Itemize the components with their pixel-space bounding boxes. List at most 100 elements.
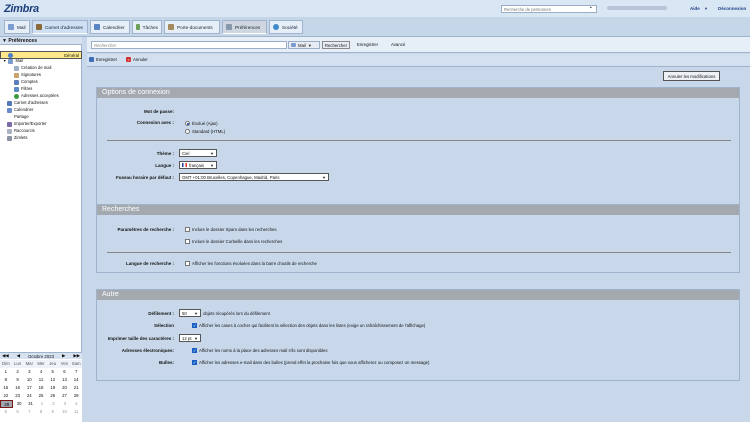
calendar-day[interactable]: 4: [71, 400, 82, 408]
checkbox-checked[interactable]: ✓: [192, 348, 197, 353]
calendar-day[interactable]: 3: [23, 368, 35, 376]
sidebar-item-accepted-addresses[interactable]: Adresses acceptées: [14, 93, 59, 99]
timezone-select[interactable]: GMT +01:00 Bruxelles, Copenhague, Madrid…: [179, 173, 329, 181]
tab-mail[interactable]: Mail: [4, 20, 30, 34]
include-trash-option[interactable]: Inclure le dossier Corbeille dans les re…: [185, 239, 282, 244]
calendar-day[interactable]: 10: [59, 408, 71, 416]
sidebar-item-accounts[interactable]: Comptes: [14, 79, 38, 85]
calendar-day[interactable]: 10: [23, 376, 35, 384]
undo-changes-button[interactable]: Annuler les modifications: [663, 71, 720, 81]
login-mode-ajax[interactable]: Évolué (Ajax): [185, 121, 218, 126]
login-mode-html[interactable]: Standard (HTML): [185, 129, 225, 134]
tab-tasks[interactable]: Tâches: [132, 20, 162, 34]
calendar-day[interactable]: 24: [23, 392, 35, 400]
save-search-button[interactable]: Enregistrer: [357, 41, 378, 49]
calendar-day[interactable]: 27: [59, 392, 71, 400]
radio-selected[interactable]: [185, 121, 190, 126]
help-chevron-down-icon[interactable]: ▼: [704, 6, 708, 11]
user-name-blurred[interactable]: [607, 6, 667, 10]
scroll-count-select[interactable]: 50 ▼: [179, 309, 201, 317]
sidebar-item-address-book[interactable]: Carnet d'adresses: [7, 100, 48, 106]
search-button[interactable]: Rechercher: [322, 41, 350, 49]
calendar-day[interactable]: 12: [47, 376, 59, 384]
selection-option[interactable]: ✓ Afficher les cases à cocher qui facilit…: [192, 323, 425, 328]
calendar-day[interactable]: 22: [0, 392, 12, 400]
theme-select[interactable]: Ciel ▼: [179, 149, 217, 157]
include-spam-option[interactable]: Inclure le dossier Spam dans les recherc…: [185, 227, 277, 232]
calendar-day[interactable]: 13: [59, 376, 71, 384]
next-year-icon[interactable]: ▶▶: [73, 353, 80, 359]
calendar-day[interactable]: 5: [0, 408, 12, 416]
sidebar-item-zimlets[interactable]: Zimlets: [7, 135, 28, 141]
next-month-icon[interactable]: ▶: [62, 353, 65, 359]
search-input[interactable]: Rechercher: [91, 41, 287, 49]
calendar-day[interactable]: 16: [12, 384, 24, 392]
logout-link[interactable]: Déconnexion: [718, 6, 746, 11]
sidebar-item-sharing[interactable]: Partage: [7, 114, 29, 120]
help-menu[interactable]: Aide: [690, 6, 700, 11]
calendar-day-today[interactable]: 29: [0, 400, 14, 408]
tab-preferences[interactable]: Préférences: [222, 20, 267, 34]
calendar-day[interactable]: 11: [70, 408, 82, 416]
calendar-day[interactable]: 7: [23, 408, 35, 416]
sidebar-title[interactable]: ▼ Préférences: [0, 37, 82, 45]
calendar-day[interactable]: 23: [12, 392, 24, 400]
tab-calendar[interactable]: Calendrier: [90, 20, 130, 34]
sidebar-item-filters[interactable]: Filtres: [14, 86, 32, 92]
calendar-day[interactable]: 7: [70, 368, 82, 376]
people-search-icon[interactable]: ▪: [590, 6, 594, 11]
calendar-day[interactable]: 8: [0, 376, 12, 384]
calendar-day[interactable]: 26: [47, 392, 59, 400]
calendar-day[interactable]: 19: [47, 384, 59, 392]
calendar-day[interactable]: 5: [47, 368, 59, 376]
advanced-search-option[interactable]: Afficher les fonctions évoluées dans la …: [185, 261, 317, 266]
calendar-day[interactable]: 20: [59, 384, 71, 392]
mini-calendar-title[interactable]: Octobre 2023: [28, 354, 54, 359]
checkbox[interactable]: [185, 239, 190, 244]
sidebar-item-signatures[interactable]: Signatures: [14, 72, 41, 78]
calendar-day[interactable]: 25: [35, 392, 47, 400]
sidebar-item-calendar[interactable]: Calendrier: [7, 107, 33, 113]
prev-month-icon[interactable]: ◀: [17, 353, 20, 359]
tab-briefcase[interactable]: Porte-documents: [164, 20, 220, 34]
search-scope-select[interactable]: Mail ▼: [288, 41, 320, 49]
sidebar-item-import-export[interactable]: Importer/Exporter: [7, 121, 47, 127]
checkbox-checked[interactable]: ✓: [192, 323, 197, 328]
calendar-day[interactable]: 6: [12, 408, 24, 416]
save-button[interactable]: Enregistrer: [89, 57, 117, 62]
advanced-search-link[interactable]: Avancé: [391, 41, 405, 49]
calendar-day[interactable]: 30: [13, 400, 24, 408]
cancel-button[interactable]: × Annuler: [126, 57, 148, 62]
calendar-day[interactable]: 4: [35, 368, 47, 376]
prev-year-icon[interactable]: ◀◀: [2, 353, 9, 359]
calendar-day[interactable]: 2: [48, 400, 59, 408]
radio[interactable]: [185, 129, 190, 134]
sidebar-item-compose[interactable]: Création de mail: [14, 65, 52, 71]
calendar-day[interactable]: 31: [25, 400, 36, 408]
calendar-day[interactable]: 1: [0, 368, 12, 376]
calendar-day[interactable]: 14: [70, 376, 82, 384]
calendar-day[interactable]: 2: [12, 368, 24, 376]
calendar-day[interactable]: 1: [36, 400, 47, 408]
calendar-day[interactable]: 9: [47, 408, 59, 416]
bubbles-option[interactable]: ✓ Afficher les adresses e-mail dans des b…: [192, 360, 430, 365]
sidebar-item-shortcuts[interactable]: Raccourcis: [7, 128, 35, 134]
checkbox[interactable]: [185, 227, 190, 232]
checkbox[interactable]: [185, 261, 190, 266]
zimbra-logo[interactable]: Zimbra: [4, 3, 39, 15]
people-search-input[interactable]: Recherche de personnes: [501, 5, 597, 13]
calendar-day[interactable]: 15: [0, 384, 12, 392]
calendar-day[interactable]: 3: [59, 400, 70, 408]
print-font-size-select[interactable]: 12 pt ▼: [179, 334, 201, 342]
calendar-day[interactable]: 8: [35, 408, 47, 416]
language-select[interactable]: français ▼: [179, 161, 217, 169]
tab-address-book[interactable]: Carnet d'adresses: [32, 20, 88, 34]
calendar-day[interactable]: 18: [35, 384, 47, 392]
calendar-day[interactable]: 6: [59, 368, 71, 376]
calendar-day[interactable]: 11: [35, 376, 47, 384]
calendar-day[interactable]: 21: [70, 384, 82, 392]
checkbox-checked[interactable]: ✓: [192, 360, 197, 365]
tab-society[interactable]: Société: [269, 20, 303, 34]
calendar-day[interactable]: 28: [70, 392, 82, 400]
email-names-option[interactable]: ✓ Afficher les noms à la place des adress…: [192, 348, 328, 353]
